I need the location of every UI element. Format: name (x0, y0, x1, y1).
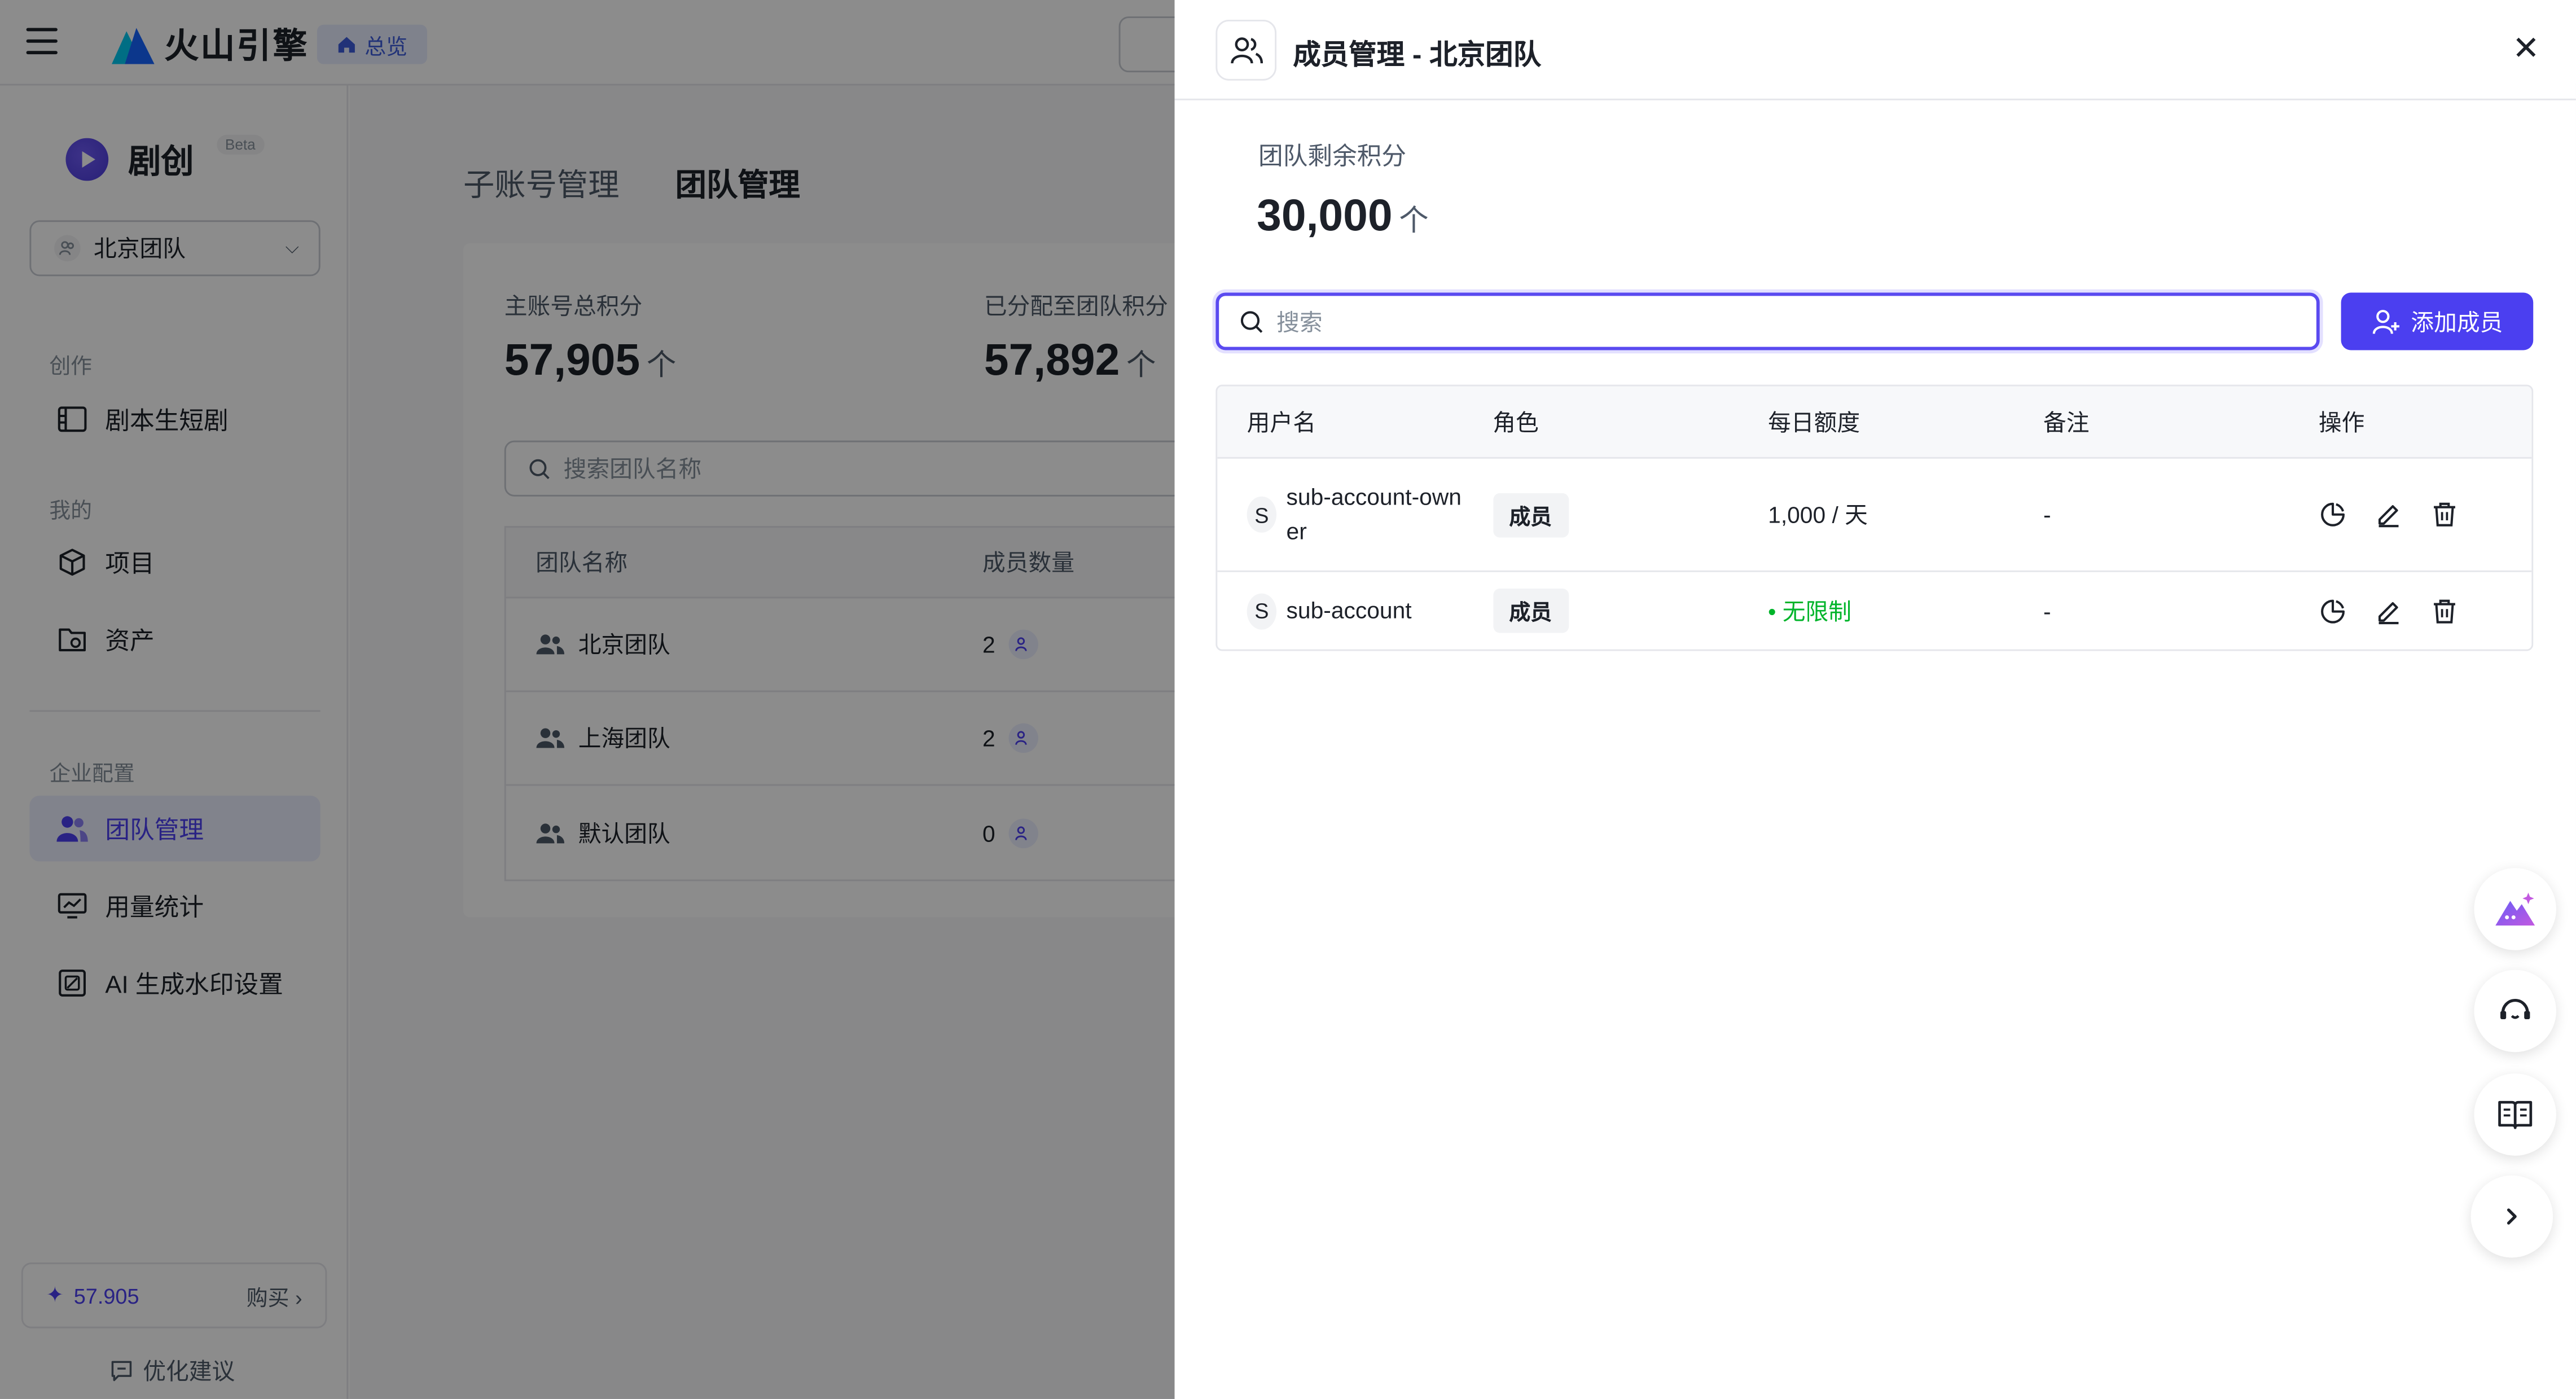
edit-icon[interactable] (2375, 596, 2404, 625)
remaining-credits-label: 团队剩余积分 (1258, 143, 1407, 171)
add-member-button[interactable]: 添加成员 (2341, 292, 2534, 350)
member-table-header: 用户名 角色 每日额度 备注 操作 (1217, 386, 2532, 459)
remaining-credits-value: 30,000 个 (1257, 190, 1429, 240)
daily-quota-unlimited: • 无限制 (1768, 597, 1852, 624)
note: - (2043, 501, 2051, 528)
avatar: S (1247, 593, 1277, 629)
modal-backdrop[interactable] (0, 0, 1175, 1399)
role-tag: 成员 (1493, 492, 1569, 537)
close-icon[interactable]: ✕ (2512, 29, 2540, 69)
member-table: 用户名 角色 每日额度 备注 操作 S sub-account-owner 成员… (1215, 384, 2534, 651)
role-tag: 成员 (1493, 588, 1569, 633)
app-root: 火山引擎 总览 剧创 Beta 北京团队 ⌵ 创作 剧本生短剧 我的 项目 资产… (0, 0, 2576, 1399)
note: - (2043, 597, 2051, 624)
pie-chart-icon[interactable] (2319, 500, 2348, 529)
username: sub-account-owner (1286, 483, 1462, 545)
member-management-drawer: 成员管理 - 北京团队 ✕ 团队剩余积分 30,000个 添加成员 用户名 角色… (1174, 0, 2576, 1399)
edit-icon[interactable] (2375, 500, 2404, 529)
chevron-right-icon (2507, 1208, 2517, 1225)
drawer-header: 成员管理 - 北京团队 ✕ (1174, 0, 2576, 100)
table-row: S sub-account 成员 • 无限制 - (1217, 572, 2531, 650)
support-button[interactable] (2474, 970, 2556, 1052)
ai-assistant-button[interactable] (2474, 868, 2556, 950)
book-icon (2498, 1100, 2533, 1129)
docs-button[interactable] (2474, 1073, 2556, 1156)
column-role: 角色 (1493, 408, 1539, 435)
trash-icon[interactable] (2430, 596, 2460, 625)
username: sub-account (1286, 597, 1412, 624)
add-member-label: 添加成员 (2411, 308, 2503, 335)
people-icon (1215, 19, 1277, 81)
avatar: S (1247, 496, 1277, 533)
support-icon (2500, 998, 2530, 1020)
column-username: 用户名 (1247, 408, 1316, 435)
collapse-panel-button[interactable] (2470, 1175, 2553, 1258)
sparkle-mountain-icon (2495, 892, 2535, 926)
column-note: 备注 (2043, 408, 2090, 435)
search-icon (1240, 310, 1263, 332)
drawer-title: 成员管理 - 北京团队 (1293, 39, 1542, 71)
column-daily-quota: 每日额度 (1768, 408, 1860, 435)
daily-quota: 1,000 / 天 (1768, 501, 1868, 528)
member-search[interactable] (1215, 292, 2320, 350)
member-search-input[interactable] (1276, 308, 2262, 335)
add-user-icon (2372, 309, 2399, 334)
column-actions: 操作 (2318, 408, 2365, 435)
pie-chart-icon[interactable] (2319, 596, 2348, 625)
table-row: S sub-account-owner 成员 1,000 / 天 - (1217, 459, 2532, 572)
trash-icon[interactable] (2430, 500, 2460, 529)
